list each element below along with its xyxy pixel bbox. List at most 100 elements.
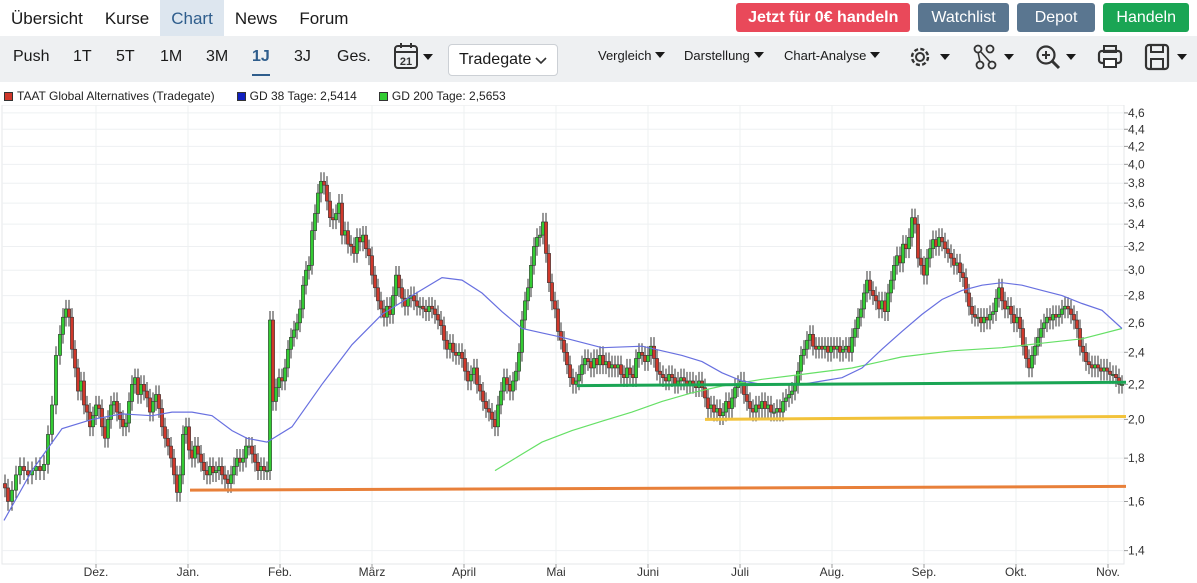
y-tick-label: 4,4 — [1128, 122, 1145, 136]
legend-item-gd200[interactable]: GD 200 Tage: 2,5653 — [378, 89, 506, 103]
tab-kurse[interactable]: Kurse — [94, 0, 160, 36]
plot-frame — [1, 105, 1125, 565]
candle — [1120, 384, 1124, 386]
period-5t[interactable]: 5T — [116, 36, 135, 82]
y-axis-labels: 1,4 1,6 1,8 2,0 2,2 2,4 2,6 2,8 3,0 3,2 3,4 3,6 3,8 4… — [1128, 106, 1145, 558]
candle — [349, 243, 353, 247]
candle — [304, 269, 308, 286]
candle — [292, 329, 296, 338]
candle — [42, 464, 46, 471]
period-1j[interactable]: 1J — [252, 36, 270, 82]
x-tick-label: April — [452, 565, 476, 579]
darstellung-menu[interactable]: Darstellung — [684, 36, 764, 78]
candle — [994, 297, 998, 312]
candle — [73, 348, 77, 369]
candle — [532, 246, 536, 266]
candle — [451, 342, 455, 353]
exchange-value: Tradegate — [459, 51, 532, 68]
chart-analyse-menu[interactable]: Chart-Analyse — [784, 36, 881, 78]
legend-item-price[interactable]: TAAT Global Alternatives (Tradegate) — [4, 89, 215, 103]
candle — [223, 474, 227, 480]
candle — [214, 470, 218, 474]
x-tick-label: Feb. — [268, 565, 292, 579]
indicators-icon[interactable] — [970, 40, 1018, 74]
period-3j[interactable]: 3J — [294, 36, 311, 82]
candle — [442, 325, 446, 341]
exchange-select[interactable]: Tradegate — [448, 44, 558, 76]
candle — [379, 300, 383, 310]
tab-news[interactable]: News — [224, 0, 289, 36]
price-chart[interactable]: Dez. Jan. Feb. März April Mai Juni Juli Aug. Sep.… — [0, 105, 1197, 583]
candle — [196, 445, 200, 455]
candle — [1081, 345, 1085, 353]
tab-uebersicht[interactable]: Übersicht — [0, 0, 94, 36]
candle — [1066, 305, 1070, 310]
vergleich-menu[interactable]: Vergleich — [598, 36, 666, 78]
candle — [202, 461, 206, 471]
candle — [973, 314, 977, 318]
candle — [478, 384, 482, 392]
period-1t[interactable]: 1T — [73, 36, 92, 82]
calendar-day: 21 — [400, 56, 412, 68]
trade-now-button[interactable]: Jetzt für 0€ handeln — [736, 3, 911, 32]
nav-tabs: Übersicht Kurse Chart News Forum — [0, 0, 359, 36]
candle — [556, 308, 560, 332]
candle — [961, 272, 965, 278]
candle — [481, 390, 485, 402]
settings-icon[interactable] — [906, 40, 954, 74]
period-1m[interactable]: 1M — [160, 36, 182, 82]
candle — [892, 265, 896, 281]
x-tick-label: Mai — [546, 565, 565, 579]
period-ges[interactable]: Ges. — [337, 36, 371, 82]
candle — [10, 489, 14, 502]
candle — [163, 426, 167, 439]
candle — [868, 279, 872, 291]
candles — [3, 172, 1124, 511]
candle — [1108, 370, 1112, 375]
handeln-button[interactable]: Handeln — [1103, 3, 1189, 32]
tab-chart[interactable]: Chart — [160, 0, 224, 36]
candle — [1009, 305, 1013, 315]
candle — [151, 401, 155, 413]
candle — [496, 404, 500, 428]
candle — [1042, 322, 1046, 329]
period-push[interactable]: Push — [13, 36, 49, 82]
candle — [373, 274, 377, 289]
candle — [526, 287, 530, 302]
y-tick-label: 4,6 — [1128, 106, 1145, 120]
candle — [790, 390, 794, 395]
candle — [61, 316, 65, 335]
y-tick-label: 1,6 — [1128, 494, 1145, 508]
depot-button[interactable]: Depot — [1016, 3, 1096, 32]
calendar-dropdown[interactable]: 21 — [393, 42, 433, 72]
candle — [364, 234, 368, 250]
candle — [547, 253, 551, 283]
candle — [499, 390, 503, 406]
candle — [283, 367, 287, 382]
candle — [721, 411, 725, 417]
save-icon[interactable] — [1143, 40, 1191, 74]
candle — [412, 295, 416, 302]
legend-item-gd38[interactable]: GD 38 Tage: 2,5414 — [236, 89, 357, 103]
period-3m[interactable]: 3M — [206, 36, 228, 82]
watchlist-button[interactable]: Watchlist — [918, 3, 1009, 32]
zoom-icon[interactable] — [1033, 40, 1081, 74]
candle — [289, 336, 293, 350]
candle — [733, 387, 737, 399]
candle — [316, 192, 320, 214]
candle — [523, 300, 527, 321]
candle — [874, 295, 878, 302]
legend-label-gd200: GD 200 Tage: 2,5653 — [391, 89, 506, 103]
candle — [142, 384, 146, 392]
print-icon[interactable] — [1096, 40, 1126, 74]
candle — [421, 305, 425, 310]
candle — [178, 474, 182, 493]
y-tick-label: 2,4 — [1128, 345, 1145, 359]
darstellung-label: Darstellung — [684, 48, 750, 63]
candle — [943, 241, 947, 250]
tab-forum[interactable]: Forum — [288, 0, 359, 36]
candle — [520, 319, 524, 353]
candle — [54, 355, 58, 406]
candle — [67, 308, 71, 318]
candle — [58, 334, 62, 356]
